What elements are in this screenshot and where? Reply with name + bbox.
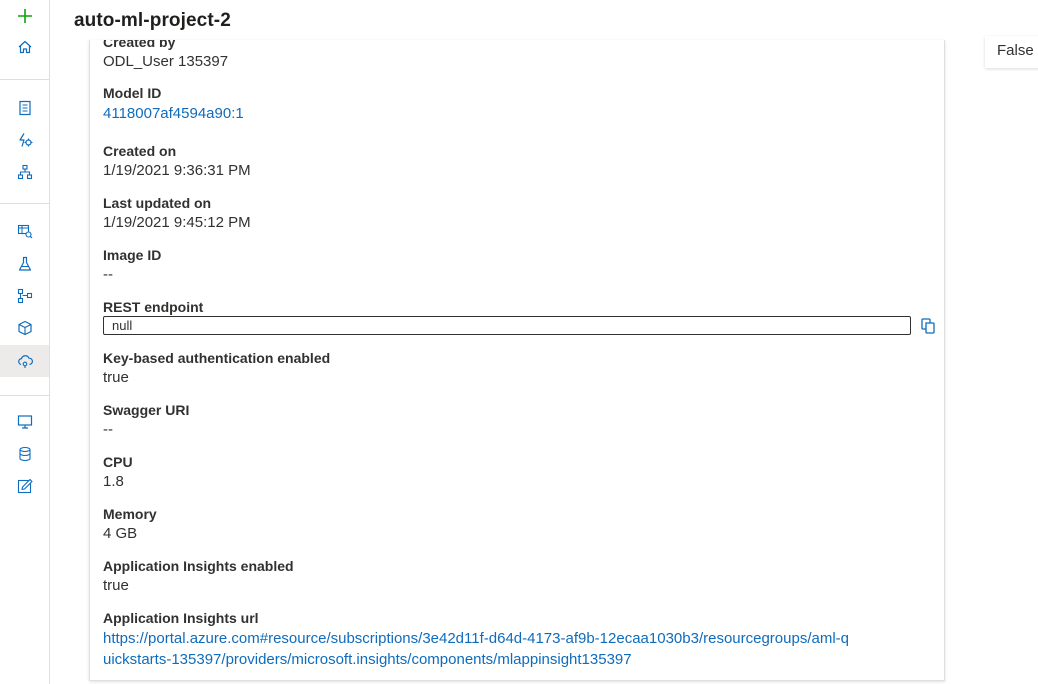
- field-label: Swagger URI: [103, 402, 190, 418]
- field-label: Application Insights enabled: [103, 558, 294, 574]
- models-icon: [17, 320, 32, 336]
- field-value: ODL_User 135397: [103, 53, 229, 70]
- field-value: --: [103, 266, 113, 283]
- left-nav-rail: [0, 0, 50, 684]
- nav-datasets[interactable]: [0, 216, 49, 246]
- rest-endpoint-field[interactable]: null: [103, 316, 911, 335]
- app-insights-url-link[interactable]: https://portal.azure.com#resource/subscr…: [103, 628, 849, 670]
- field-label: Application Insights url: [103, 610, 259, 626]
- copy-endpoint-button[interactable]: [920, 317, 936, 335]
- nav-separator: [0, 395, 49, 396]
- experiments-icon: [18, 256, 31, 271]
- field-label: Created on: [103, 143, 177, 159]
- model-id-link[interactable]: 4118007af4594a90:1: [103, 103, 244, 124]
- field-model-id: Model ID 4118007af4594a90:1: [103, 84, 244, 124]
- field-label: Memory: [103, 506, 157, 522]
- compute-icon: [17, 415, 32, 429]
- field-app-insights-enabled: Application Insights enabled true: [103, 557, 294, 596]
- nav-datastores[interactable]: [0, 439, 49, 469]
- right-panel-value: False: [985, 36, 1038, 68]
- field-value: 1.8: [103, 473, 124, 490]
- nav-automated-ml[interactable]: [0, 125, 49, 155]
- field-key-auth: Key-based authentication enabled true: [103, 349, 330, 388]
- field-cpu: CPU 1.8: [103, 453, 133, 492]
- plus-icon: [17, 9, 32, 23]
- nav-data-labeling[interactable]: [0, 471, 49, 501]
- field-last-updated-on: Last updated on 1/19/2021 9:45:12 PM: [103, 194, 251, 233]
- field-value: 1/19/2021 9:36:31 PM: [103, 162, 251, 179]
- field-label: REST endpoint: [103, 299, 204, 315]
- nav-home[interactable]: [0, 32, 49, 62]
- url-line: uickstarts-135397/providers/microsoft.in…: [103, 651, 632, 668]
- nav-designer[interactable]: [0, 157, 49, 187]
- field-memory: Memory 4 GB: [103, 505, 157, 544]
- field-label: Image ID: [103, 247, 162, 263]
- field-app-insights-url: Application Insights url https://portal.…: [103, 609, 849, 670]
- field-created-by: Created by ODL_User 135397: [103, 40, 228, 72]
- new-button[interactable]: [0, 1, 49, 31]
- url-line: https://portal.azure.com#resource/subscr…: [103, 630, 850, 647]
- field-image-id: Image ID --: [103, 246, 161, 285]
- nav-notebooks[interactable]: [0, 93, 49, 123]
- field-value: --: [103, 421, 113, 438]
- nav-separator: [0, 79, 49, 80]
- nav-models[interactable]: [0, 313, 49, 343]
- nav-endpoints[interactable]: [0, 345, 49, 377]
- notebook-icon: [18, 100, 31, 116]
- labeling-icon: [17, 478, 33, 494]
- field-value: 1/19/2021 9:45:12 PM: [103, 214, 251, 231]
- field-label: Model ID: [103, 85, 162, 101]
- home-icon: [18, 40, 31, 54]
- field-rest-endpoint: REST endpoint: [103, 298, 203, 316]
- field-label: Last updated on: [103, 195, 212, 211]
- nav-separator: [0, 203, 49, 204]
- page-title: auto-ml-project-2: [74, 10, 231, 31]
- datastores-icon: [18, 446, 31, 462]
- field-swagger-uri: Swagger URI --: [103, 401, 189, 440]
- field-value: true: [103, 369, 129, 386]
- copy-icon: [921, 318, 935, 334]
- endpoints-icon: [17, 355, 33, 368]
- automl-icon: [18, 133, 32, 147]
- nav-experiments[interactable]: [0, 249, 49, 279]
- deployment-details-card: Created by ODL_User 135397 Model ID 4118…: [89, 40, 945, 681]
- field-label: CPU: [103, 454, 133, 470]
- nav-pipelines[interactable]: [0, 281, 49, 311]
- pipelines-icon: [17, 288, 32, 304]
- field-value: 4 GB: [103, 525, 138, 542]
- nav-compute[interactable]: [0, 407, 49, 437]
- field-label: Created by: [103, 40, 176, 50]
- field-value: true: [103, 577, 129, 594]
- designer-icon: [17, 164, 32, 180]
- datasets-icon: [17, 224, 32, 239]
- field-created-on: Created on 1/19/2021 9:36:31 PM: [103, 142, 251, 181]
- field-label: Key-based authentication enabled: [103, 350, 331, 366]
